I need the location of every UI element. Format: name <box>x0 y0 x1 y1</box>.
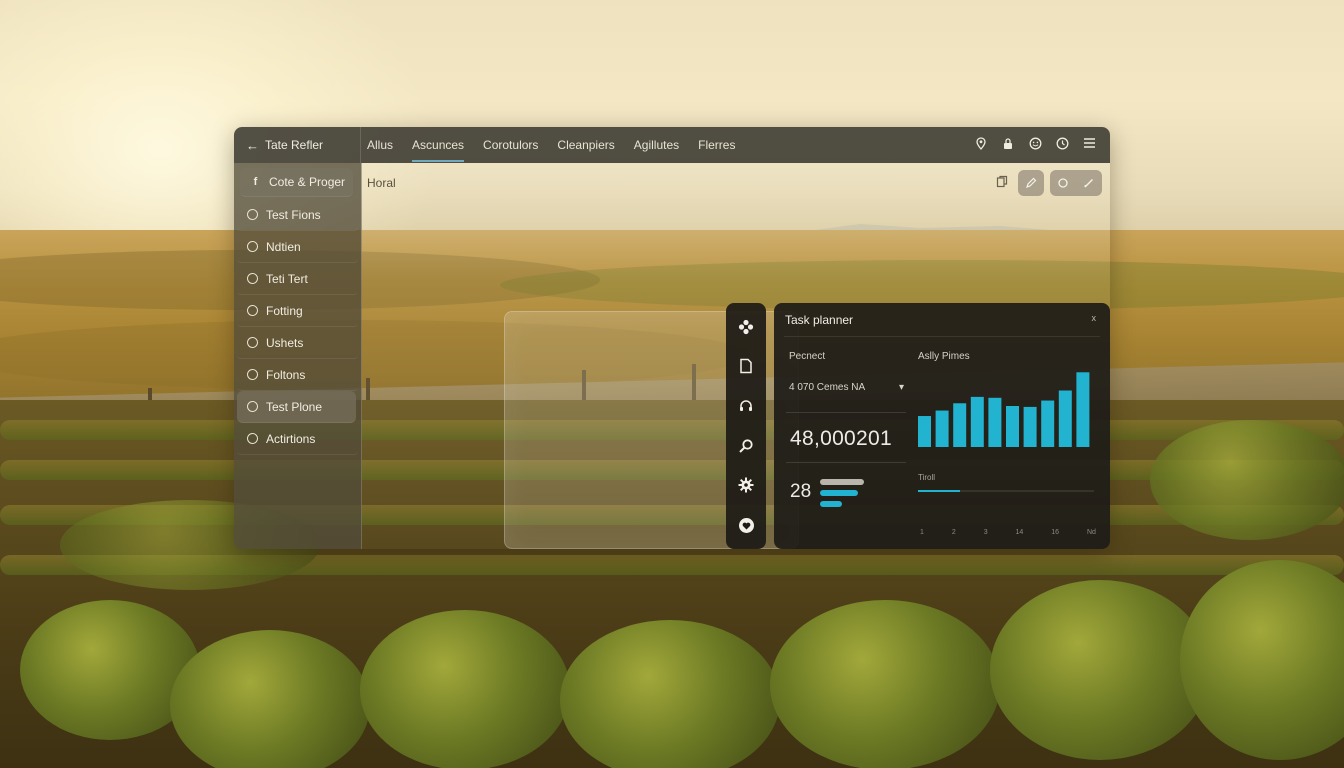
brand-back[interactable]: ← Tate Refler <box>234 127 361 163</box>
x-axis: 1 2 3 14 16 Nd <box>920 529 1096 536</box>
chart-bar[interactable] <box>918 416 931 447</box>
flower-icon[interactable] <box>737 318 755 336</box>
chevron-down-icon: ▾ <box>898 382 904 393</box>
project-select-value: 4 070 Cemes NA <box>789 382 866 393</box>
search-icon[interactable] <box>737 437 755 455</box>
chart-bar[interactable] <box>953 403 967 447</box>
tab-flerres[interactable]: Flerres <box>698 138 735 152</box>
panel-title: Task planner <box>785 313 854 327</box>
x-tick-label: Nd <box>1087 529 1096 536</box>
x-tick-label: 14 <box>1015 529 1024 536</box>
bar-chart <box>918 372 1090 447</box>
mini-bar <box>820 500 842 507</box>
clock-icon[interactable] <box>1055 137 1069 153</box>
tool-group <box>1050 170 1102 196</box>
circle-icon <box>247 433 258 444</box>
app-title: Tate Refler <box>265 138 324 152</box>
arrow-left-icon[interactable]: ← <box>246 138 259 153</box>
circle-icon <box>247 305 258 316</box>
heart-icon[interactable] <box>737 516 755 534</box>
headset-icon[interactable] <box>737 397 755 415</box>
sidebar-item-label: Fotting <box>266 303 303 318</box>
sidebar: f Cote & Proger Test Fions Ndtien Teti T… <box>234 163 362 549</box>
sidebar-item-label: Test Plone <box>266 399 323 414</box>
toolbar <box>992 170 1102 196</box>
x-tick-label: 3 <box>983 529 988 536</box>
sidebar-item-foltons[interactable]: Foltons <box>237 359 358 391</box>
task-planner-panel: Task planner x Pecnect 4 070 Cemes NA ▾ … <box>774 303 1110 549</box>
sidebar-item-label: Test Fions <box>266 207 321 222</box>
refresh-icon[interactable] <box>1050 170 1076 196</box>
document-icon[interactable] <box>737 357 755 375</box>
sidebar-item-fotting[interactable]: Fotting <box>237 295 358 327</box>
f-icon: f <box>253 176 258 188</box>
close-icon[interactable]: x <box>1092 313 1097 323</box>
circle-icon <box>247 241 258 252</box>
project-label: Pecnect <box>789 351 826 362</box>
chart-bar[interactable] <box>1041 400 1055 447</box>
count-value: 28 <box>790 481 812 502</box>
sidebar-item-ndtien[interactable]: Ndtien <box>237 231 358 263</box>
sidebar-item-label: Ndtien <box>266 239 301 254</box>
mini-bar <box>820 489 858 496</box>
sidebar-item-label: Ushets <box>266 335 304 350</box>
smiley-icon[interactable] <box>1028 137 1042 153</box>
pencil-icon[interactable] <box>1076 170 1102 196</box>
circle-icon <box>247 369 258 380</box>
tab-allus[interactable]: Allus <box>367 138 393 152</box>
x-tick-label: 2 <box>951 529 956 536</box>
lock-icon[interactable] <box>1001 137 1015 153</box>
divider <box>786 462 906 463</box>
page-title: Horal <box>367 176 396 190</box>
sidebar-item-test-fions[interactable]: Test Fions <box>237 199 358 231</box>
nav-tabs: Allus Ascunces Corotulors Cleanpiers Agi… <box>361 127 735 163</box>
copy-icon[interactable] <box>992 175 1012 191</box>
trend-track <box>918 490 1094 492</box>
mini-bar <box>820 478 864 485</box>
sidebar-item-cote-proger[interactable]: f Cote & Proger <box>240 168 353 197</box>
x-tick-label: 16 <box>1051 529 1060 536</box>
sidebar-item-teti-tert[interactable]: Teti Tert <box>237 263 358 295</box>
chart-bar[interactable] <box>988 397 1002 447</box>
sidebar-item-label: Cote & Proger <box>269 175 346 189</box>
menu-icon[interactable] <box>1082 137 1096 153</box>
sidebar-item-test-plone[interactable]: Test Plone <box>237 391 356 423</box>
gear-icon[interactable] <box>737 476 755 494</box>
location-pin-icon[interactable] <box>974 137 988 153</box>
vertical-icon-bar <box>726 303 766 549</box>
project-select[interactable]: 4 070 Cemes NA ▾ <box>789 382 904 393</box>
circle-icon <box>247 337 258 348</box>
sidebar-item-label: Actirtions <box>266 431 316 446</box>
divider <box>786 412 906 413</box>
circle-icon <box>247 401 258 412</box>
chart-bar[interactable] <box>935 410 949 447</box>
tab-cleanpiers[interactable]: Cleanpiers <box>557 138 614 152</box>
top-icon-group <box>974 137 1110 153</box>
mini-progress-bars <box>820 476 880 509</box>
chart-bar[interactable] <box>1058 390 1072 447</box>
sidebar-item-label: Foltons <box>266 367 306 382</box>
sidebar-item-actirtions[interactable]: Actirtions <box>237 423 358 455</box>
tab-ascunces[interactable]: Ascunces <box>412 138 465 162</box>
sidebar-item-label: Teti Tert <box>266 271 308 286</box>
chart-bar[interactable] <box>1076 372 1090 447</box>
total-value: 48,000201 <box>790 427 892 450</box>
circle-icon <box>247 209 258 220</box>
top-bar: ← Tate Refler Allus Ascunces Corotulors … <box>234 127 1110 163</box>
divider <box>784 336 1100 337</box>
tab-agillutes[interactable]: Agillutes <box>634 138 679 152</box>
chart-bar[interactable] <box>1023 406 1037 447</box>
chart-bar[interactable] <box>970 396 984 447</box>
x-tick-label: 1 <box>920 529 924 536</box>
tab-corotulors[interactable]: Corotulors <box>483 138 538 152</box>
chart-bar[interactable] <box>1006 406 1019 447</box>
sidebar-item-ushets[interactable]: Ushets <box>237 327 358 359</box>
edit-icon[interactable] <box>1018 170 1044 196</box>
circle-icon <box>247 273 258 284</box>
